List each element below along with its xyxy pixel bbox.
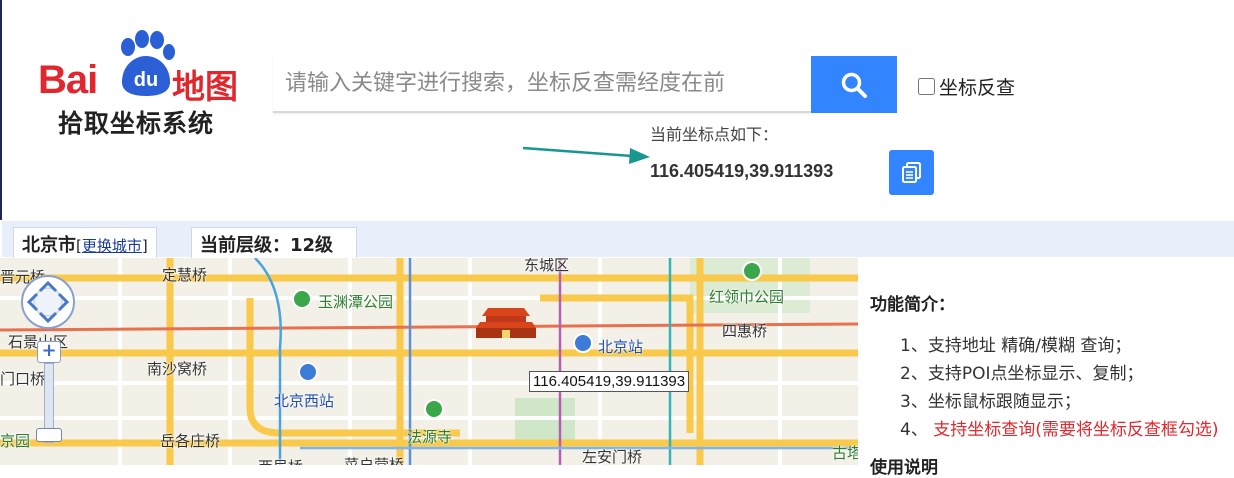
coord-label: 当前坐标点如下：: [650, 125, 779, 144]
pan-control[interactable]: [20, 274, 76, 330]
feature-text: 坐标鼠标跟随显示；: [927, 392, 1081, 412]
station-icon: [298, 362, 318, 382]
search-input[interactable]: [273, 56, 811, 113]
tiananmen-landmark-icon: [476, 308, 536, 338]
search-icon: [841, 72, 867, 98]
logo-subtitle: 拾取坐标系统: [58, 109, 215, 138]
features-title: 功能简介：: [870, 295, 955, 315]
baidu-map-logo[interactable]: Bai du 地图 拾取坐标系统: [30, 30, 250, 140]
map-label: 西局桥: [258, 456, 303, 465]
logo-map-text: 地图: [172, 67, 238, 106]
feature-num: 2、: [900, 364, 928, 384]
map-label: 菜户营桥: [344, 456, 405, 465]
map-label: 四惠桥: [722, 322, 768, 340]
park-icon: [742, 261, 762, 281]
zoom-level-tab: 当前层级：12级: [191, 227, 357, 259]
feature-item: 2、支持POI点坐标显示、复制；: [900, 359, 1143, 384]
map-label: 东城区: [524, 258, 570, 274]
window-left-edge: [0, 0, 2, 220]
reverse-lookup-toggle[interactable]: 坐标反查: [918, 73, 1015, 100]
map-label: 定慧桥: [162, 266, 208, 284]
map-label: 门口桥: [0, 370, 46, 388]
feature-item: 3、坐标鼠标跟随显示；: [900, 387, 1081, 412]
map-label: 南沙窝桥: [147, 360, 208, 378]
map-label: 京园: [0, 432, 31, 450]
change-city-link[interactable]: 更换城市: [82, 237, 142, 255]
map-label: 岳各庄桥: [160, 432, 221, 450]
map-label: 左安门桥: [582, 448, 643, 465]
info-bar: [2, 221, 1234, 257]
feature-text: 支持POI点坐标显示、复制；: [927, 364, 1144, 384]
feature-item: 4、 支持坐标查询(需要将坐标反查框勾选): [900, 415, 1219, 440]
map-label: 红领巾公园: [709, 288, 785, 306]
park-icon: [292, 289, 312, 309]
logo-paw-text: du: [134, 69, 158, 91]
feature-item: 1、支持地址 精确/模糊 查询；: [900, 331, 1131, 356]
map-canvas[interactable]: 晋元桥 定慧桥 东城区 玉渊潭公园 红领巾公园 石景山区 北京站 四惠桥 南沙窝…: [0, 258, 858, 465]
map-label: 北京西站: [274, 392, 335, 410]
reverse-lookup-checkbox[interactable]: [918, 78, 935, 95]
coord-value: 116.405419,39.911393: [650, 161, 834, 181]
park-icon: [424, 399, 444, 419]
feature-text: 支持地址 精确/模糊 查询；: [927, 336, 1132, 356]
map-label: 玉渊潭公园: [318, 293, 394, 311]
map-label: 北京站: [598, 338, 644, 356]
map-label: 古塔: [832, 444, 858, 462]
search-button[interactable]: [811, 56, 897, 113]
arrow-icon: [522, 146, 650, 164]
reverse-lookup-label: 坐标反查: [939, 77, 1016, 99]
usage-title: 使用说明: [870, 458, 938, 478]
feature-text: 支持坐标查询(需要将坐标反查框勾选): [933, 420, 1219, 440]
logo-brand-text: Bai: [38, 58, 98, 102]
feature-num: 3、: [900, 392, 928, 412]
copy-icon: [902, 162, 921, 183]
city-tab: 北京市[更换城市]: [13, 227, 157, 259]
feature-num: 1、: [900, 336, 928, 356]
zoom-level-text: 当前层级：12级: [200, 235, 334, 256]
coord-tooltip: 116.405419,39.911393: [529, 371, 690, 392]
zoom-in-button[interactable]: +: [37, 341, 61, 363]
zoom-slider-handle[interactable]: [36, 428, 62, 442]
bracket-close: ]: [141, 237, 148, 255]
map-label: 法源寺: [407, 428, 453, 446]
feature-num: 4、: [900, 420, 928, 440]
current-city: 北京市: [22, 235, 76, 256]
station-icon: [573, 333, 593, 353]
copy-button[interactable]: [889, 150, 934, 195]
